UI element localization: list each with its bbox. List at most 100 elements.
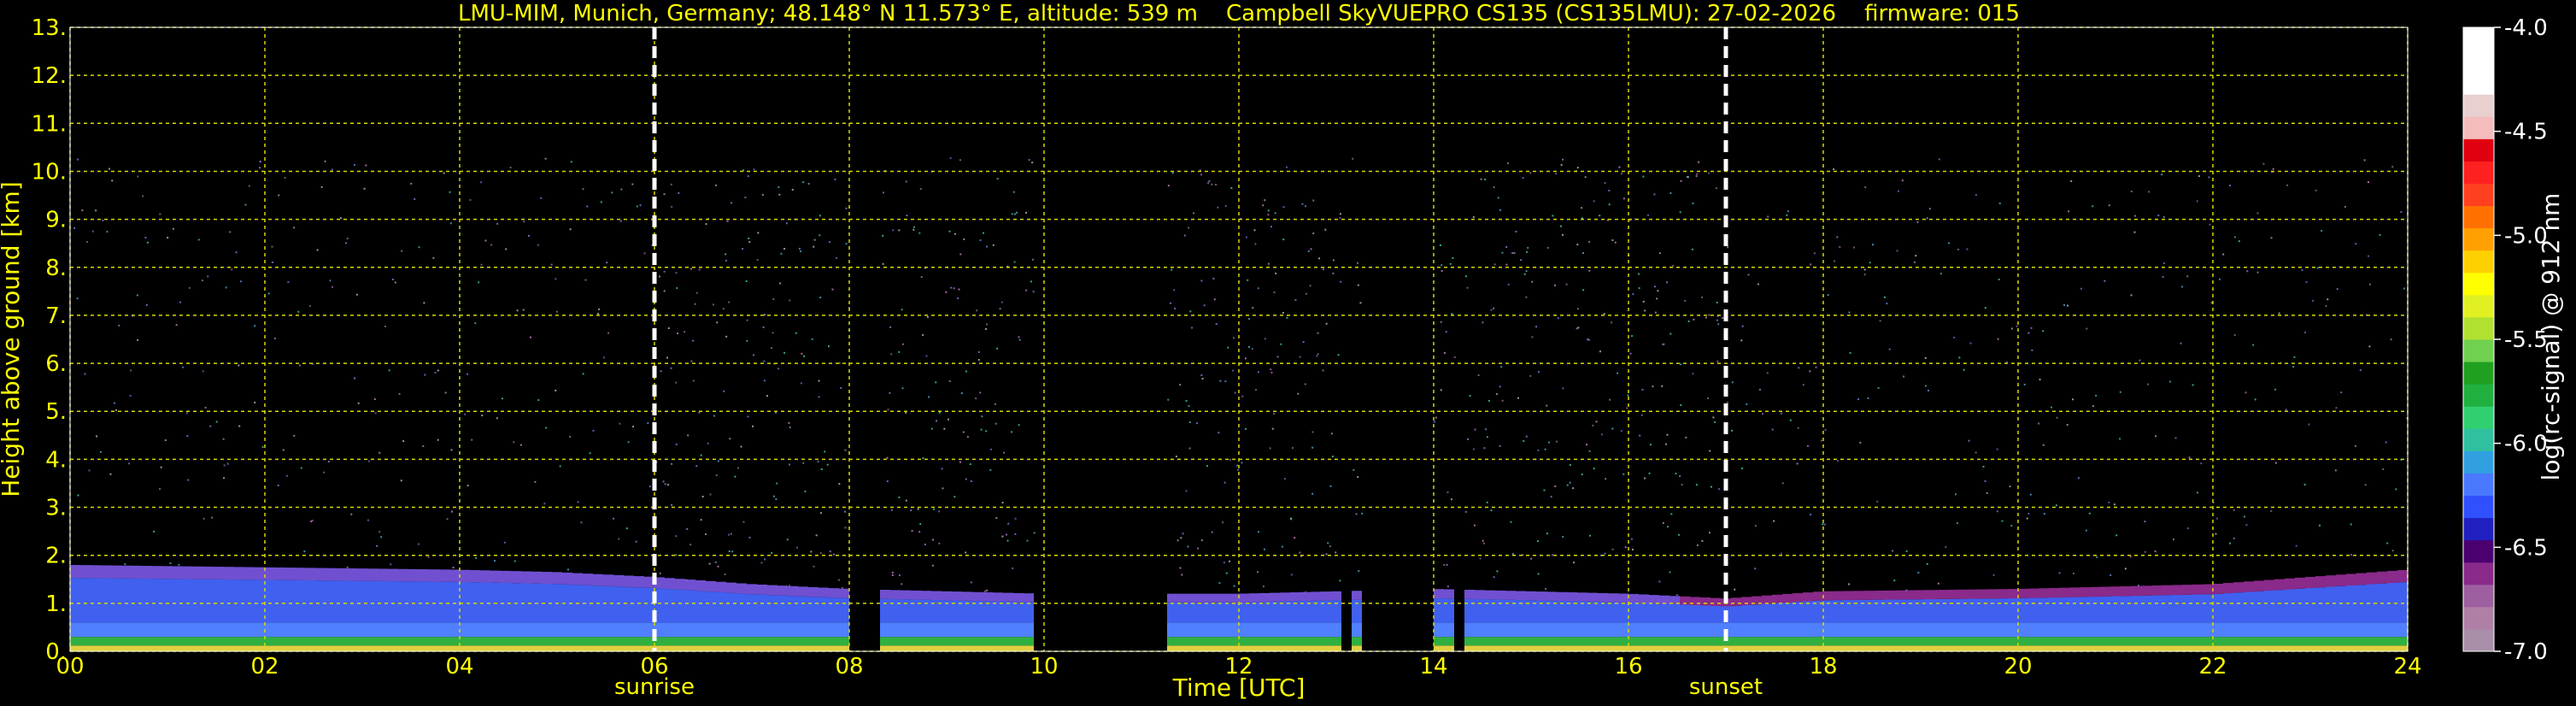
- bl-band: [890, 645, 901, 651]
- bl-band: [2295, 577, 2305, 589]
- noise-speck: [324, 160, 326, 162]
- noise-speck: [1741, 468, 1744, 470]
- bl-band: [1198, 593, 1208, 603]
- bl-band: [306, 580, 316, 623]
- bl-band: [1188, 645, 1198, 651]
- bl-band: [952, 591, 962, 601]
- noise-speck: [1544, 448, 1546, 450]
- noise-speck: [84, 373, 86, 375]
- bl-band: [2295, 637, 2305, 646]
- noise-speck: [779, 282, 782, 285]
- bl-band: [173, 637, 183, 646]
- noise-speck: [756, 259, 759, 262]
- bl-band: [214, 622, 224, 638]
- noise-speck: [444, 391, 447, 394]
- bl-band: [2192, 622, 2203, 638]
- noise-speck: [901, 387, 904, 390]
- bl-band: [429, 581, 439, 623]
- noise-speck: [1324, 228, 1327, 231]
- bl-band: [2080, 645, 2090, 651]
- noise-speck: [1998, 278, 2000, 280]
- noise-speck: [959, 159, 961, 162]
- bl-band: [1536, 591, 1546, 601]
- noise-speck: [910, 509, 912, 512]
- noise-speck: [1629, 352, 1632, 355]
- bl-band: [2059, 587, 2069, 597]
- bl-band: [357, 568, 367, 581]
- noise-speck: [1179, 384, 1182, 386]
- bl-band: [1834, 622, 1844, 638]
- colorbar-segment: [2463, 495, 2494, 519]
- bl-band: [193, 566, 203, 580]
- noise-speck: [1217, 206, 1219, 209]
- bl-band: [583, 574, 593, 585]
- colorbar-segment: [2463, 94, 2494, 117]
- noise-speck: [1684, 299, 1687, 302]
- noise-speck: [481, 415, 484, 417]
- bl-band: [603, 622, 613, 638]
- noise-speck: [1233, 337, 1235, 339]
- noise-speck: [775, 411, 777, 414]
- noise-speck: [1493, 307, 1495, 309]
- bl-band: [613, 586, 624, 623]
- bl-band: [203, 622, 214, 638]
- bl-band: [2110, 596, 2121, 623]
- noise-speck: [1449, 262, 1452, 265]
- bl-band: [132, 622, 142, 638]
- noise-speck: [845, 207, 848, 209]
- bl-band: [1823, 637, 1834, 646]
- noise-speck: [478, 281, 480, 284]
- noise-speck: [2246, 270, 2249, 273]
- noise-speck: [1001, 502, 1004, 504]
- bl-band: [275, 645, 285, 651]
- noise-speck: [716, 321, 719, 324]
- noise-speck: [118, 324, 120, 327]
- noise-speck: [1167, 398, 1170, 401]
- bl-band: [2049, 622, 2059, 638]
- bl-band: [665, 645, 675, 651]
- noise-speck: [109, 473, 112, 475]
- bl-band: [347, 580, 357, 623]
- noise-speck: [85, 241, 88, 244]
- noise-speck: [1322, 268, 1324, 271]
- bl-band: [2233, 592, 2244, 623]
- noise-speck: [700, 519, 702, 521]
- bl-band: [1628, 602, 1639, 623]
- noise-speck: [970, 581, 972, 584]
- noise-speck: [1167, 185, 1170, 187]
- noise-speck: [1312, 232, 1315, 235]
- bl-band: [1536, 645, 1546, 651]
- noise-speck: [2334, 469, 2337, 472]
- bl-band: [1823, 622, 1834, 638]
- noise-speck: [466, 373, 468, 375]
- noise-speck: [786, 538, 789, 541]
- noise-speck: [124, 563, 126, 566]
- noise-speck: [671, 462, 673, 465]
- noise-speck: [1182, 532, 1184, 535]
- bl-band: [1916, 590, 1926, 600]
- bl-band: [1731, 645, 1741, 651]
- bl-band: [1003, 637, 1013, 646]
- bl-band: [1229, 593, 1239, 603]
- bl-band: [480, 637, 490, 646]
- noise-speck: [1472, 448, 1475, 450]
- noise-speck: [344, 242, 347, 244]
- noise-speck: [1569, 463, 1571, 466]
- noise-speck: [1956, 522, 1958, 525]
- bl-band: [2203, 637, 2213, 646]
- bl-band: [2326, 637, 2336, 646]
- noise-speck: [926, 315, 929, 318]
- noise-speck: [1316, 355, 1318, 357]
- noise-speck: [1464, 510, 1467, 513]
- noise-speck: [1917, 571, 1920, 574]
- bl-band: [1208, 637, 1218, 646]
- noise-speck: [449, 191, 451, 193]
- bl-band: [501, 570, 511, 583]
- noise-speck: [2340, 391, 2343, 394]
- noise-speck: [1915, 255, 1917, 257]
- noise-speck: [647, 422, 649, 425]
- bl-band: [911, 645, 921, 651]
- bl-band: [736, 593, 747, 623]
- bl-band: [449, 645, 460, 651]
- noise-speck: [490, 244, 493, 246]
